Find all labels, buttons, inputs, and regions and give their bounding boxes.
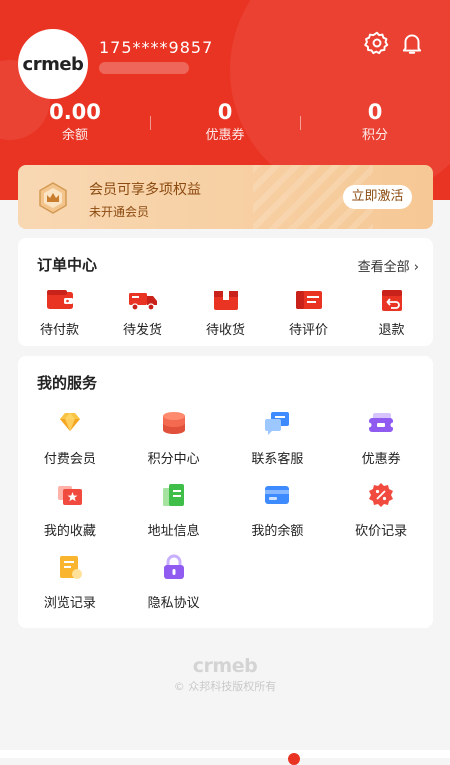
service-my-balance[interactable]: 我的余额 xyxy=(226,481,330,553)
stat-value: 0.00 xyxy=(49,100,101,124)
footer-copyright: © 众邦科技版权所有 xyxy=(173,680,277,693)
truck-icon xyxy=(128,293,157,311)
user-phone: 175****9857 xyxy=(99,38,214,57)
service-browse-history[interactable]: 浏览记录 xyxy=(18,553,122,625)
history-icon xyxy=(59,556,82,579)
service-label: 隐私协议 xyxy=(147,596,200,611)
review-icon xyxy=(295,291,322,309)
service-coupons[interactable]: 优惠券 xyxy=(329,409,433,481)
tab-indicator-dot xyxy=(288,753,300,765)
service-label: 砍价记录 xyxy=(355,524,408,539)
stat-label: 积分 xyxy=(361,128,388,143)
stat-points[interactable]: 0 积分 xyxy=(300,98,450,150)
star-icon xyxy=(57,486,82,505)
stat-value: 0 xyxy=(217,100,233,124)
service-points-center[interactable]: 积分中心 xyxy=(122,409,226,481)
activate-vip-button[interactable]: 立即激活 xyxy=(343,185,412,209)
coins-icon xyxy=(162,412,185,434)
service-label: 联系客服 xyxy=(251,452,304,467)
avatar[interactable]: crmeb xyxy=(18,29,88,99)
my-services-card: 我的服务 付费会员 积分中心 联系客服 优惠券 我的收藏 地址信息 我的余额 砍… xyxy=(18,356,433,628)
service-contact-support[interactable]: 联系客服 xyxy=(226,409,330,481)
account-stats: 0.00 余额 0 优惠券 0 积分 xyxy=(0,98,450,150)
bell-icon[interactable] xyxy=(399,30,425,56)
stat-coupons[interactable]: 0 优惠券 xyxy=(150,98,300,150)
order-pending-review[interactable]: 待评价 xyxy=(267,288,350,338)
order-item-label: 待收货 xyxy=(205,323,245,338)
footer-logo: crmeb xyxy=(192,655,258,677)
bargain-icon xyxy=(369,483,394,507)
view-all-orders-link[interactable]: 查看全部 › xyxy=(358,256,419,275)
address-icon xyxy=(162,484,184,506)
service-privacy-policy[interactable]: 隐私协议 xyxy=(122,553,226,625)
crown-icon xyxy=(39,182,67,214)
vip-banner[interactable]: 会员可享多项权益 未开通会员 立即激活 xyxy=(18,165,433,229)
bottom-tab-bar xyxy=(0,750,450,758)
service-label: 付费会员 xyxy=(43,452,96,467)
vip-title: 会员可享多项权益 xyxy=(89,182,201,198)
order-center-card: 订单中心 查看全部 › 待付款 待发货 待收货 待评价 退款 xyxy=(18,238,433,346)
service-bargain-records[interactable]: 砍价记录 xyxy=(329,481,433,553)
stat-balance[interactable]: 0.00 余额 xyxy=(0,98,150,150)
service-label: 我的收藏 xyxy=(43,524,96,539)
service-paid-membership[interactable]: 付费会员 xyxy=(18,409,122,481)
service-my-favorites[interactable]: 我的收藏 xyxy=(18,481,122,553)
diamond-icon xyxy=(59,413,80,431)
service-label: 我的余额 xyxy=(251,524,304,539)
stat-value: 0 xyxy=(367,100,383,124)
wallet-icon xyxy=(46,290,73,309)
gear-icon[interactable] xyxy=(364,30,390,56)
coupon-icon xyxy=(366,413,396,432)
service-label: 浏览记录 xyxy=(43,596,96,611)
stat-label: 余额 xyxy=(61,128,88,143)
service-address-info[interactable]: 地址信息 xyxy=(122,481,226,553)
order-item-label: 待付款 xyxy=(39,323,79,338)
vip-subtitle: 未开通会员 xyxy=(89,205,150,219)
order-item-label: 退款 xyxy=(378,323,405,338)
lock-icon xyxy=(163,554,184,579)
order-pending-receipt[interactable]: 待收货 xyxy=(184,288,267,338)
order-refund[interactable]: 退款 xyxy=(350,288,433,338)
order-pending-shipment[interactable]: 待发货 xyxy=(101,288,184,338)
order-pending-payment[interactable]: 待付款 xyxy=(18,288,101,338)
refund-icon xyxy=(381,290,402,311)
my-services-title: 我的服务 xyxy=(37,374,98,392)
stat-label: 优惠券 xyxy=(205,128,245,143)
blurred-user-info xyxy=(99,62,189,74)
order-center-title: 订单中心 xyxy=(37,256,98,274)
card-icon xyxy=(265,486,290,504)
service-label: 积分中心 xyxy=(147,452,200,467)
package-icon xyxy=(213,291,238,310)
service-label: 地址信息 xyxy=(147,524,200,539)
order-item-label: 待发货 xyxy=(122,323,162,338)
chat-icon xyxy=(265,412,290,435)
service-label: 优惠券 xyxy=(361,452,401,467)
avatar-logo-text: crmeb xyxy=(22,53,84,75)
order-item-label: 待评价 xyxy=(288,323,328,338)
